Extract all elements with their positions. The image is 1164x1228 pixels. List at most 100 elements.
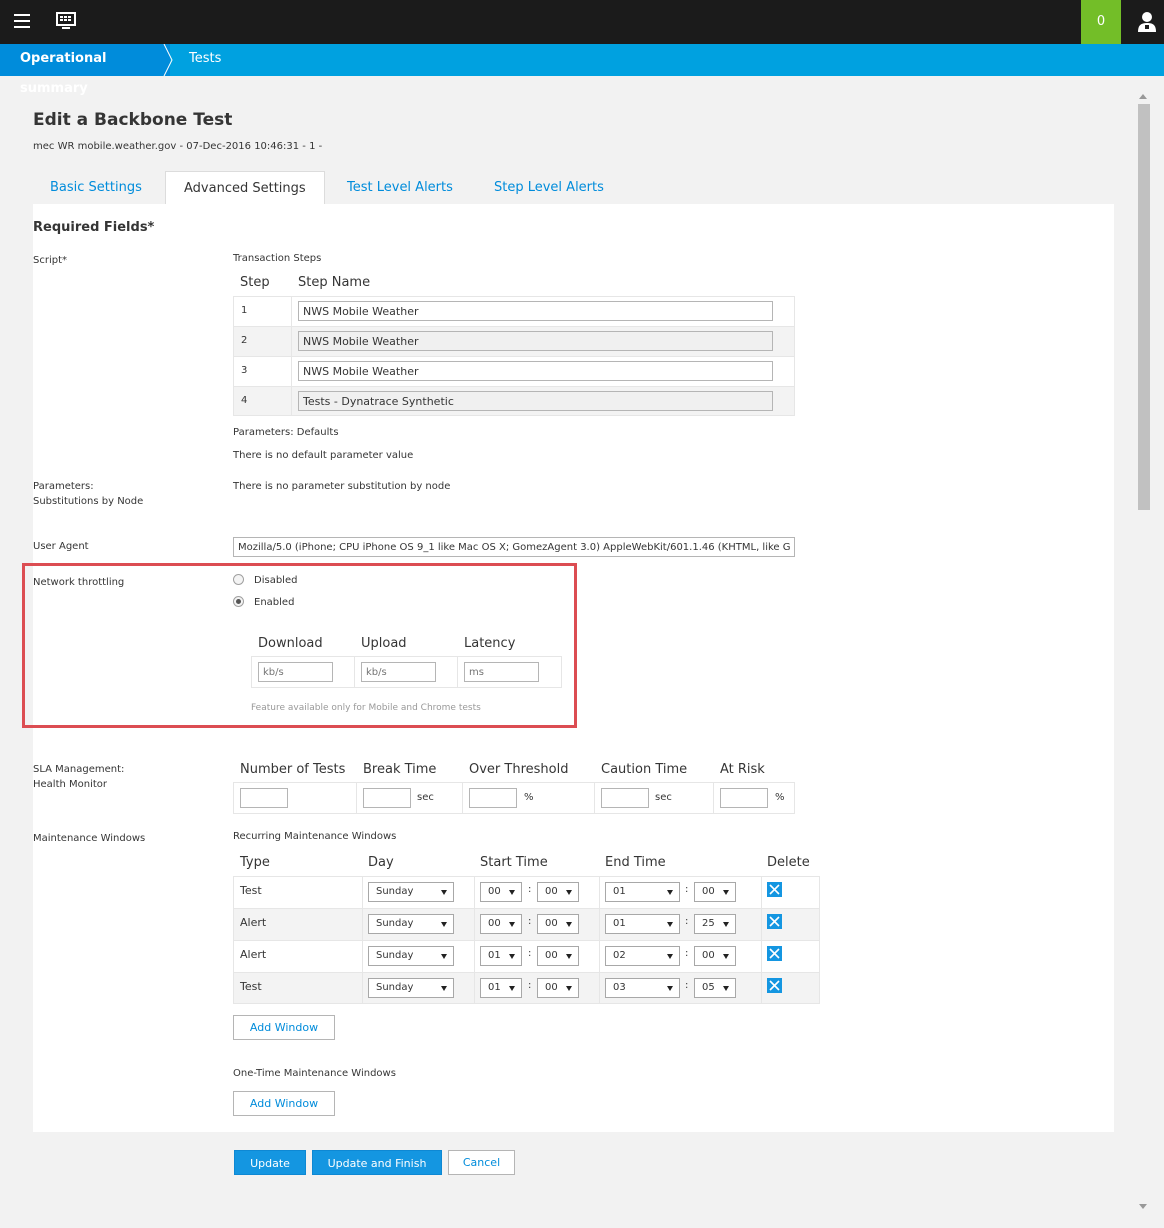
delete-x-icon[interactable]: [767, 914, 782, 929]
notification-count-badge[interactable]: 0: [1081, 0, 1121, 44]
end-hour-select[interactable]: 03: [605, 978, 680, 998]
no-default-parameter-text: There is no default parameter value: [233, 450, 414, 461]
step-name-input[interactable]: [298, 391, 773, 411]
latency-column-header: Latency: [464, 636, 516, 651]
column-divider: [713, 783, 714, 813]
update-button[interactable]: Update: [234, 1150, 306, 1175]
add-recurring-window-button[interactable]: Add Window: [233, 1015, 335, 1040]
end-minute-select[interactable]: 25: [694, 914, 736, 934]
throttling-enabled-radio[interactable]: [233, 596, 244, 607]
upload-input[interactable]: [361, 662, 436, 682]
throttling-feature-note: Feature available only for Mobile and Ch…: [251, 703, 481, 713]
monitor-dashboard-icon[interactable]: [56, 12, 76, 30]
scroll-up-arrow-icon[interactable]: [1139, 94, 1147, 99]
delete-x-icon[interactable]: [767, 946, 782, 961]
caution-time-unit: sec: [655, 792, 672, 803]
column-divider: [594, 783, 595, 813]
tab-step-level-alerts[interactable]: Step Level Alerts: [494, 171, 604, 205]
user-account-icon[interactable]: [1137, 11, 1157, 33]
breadcrumb-tests[interactable]: Tests: [189, 44, 221, 76]
hamburger-menu-icon[interactable]: [14, 14, 30, 28]
start-hour-select[interactable]: 01: [480, 978, 522, 998]
tab-advanced-settings[interactable]: Advanced Settings: [165, 171, 325, 205]
end-hour-select[interactable]: 01: [605, 914, 680, 934]
user-agent-input[interactable]: [233, 537, 795, 557]
maintenance-type: Alert: [240, 948, 267, 961]
step-name-input[interactable]: [298, 331, 773, 351]
health-monitor-label: Health Monitor: [33, 779, 108, 790]
caution-time-input[interactable]: [601, 788, 649, 808]
start-minute-select[interactable]: 00: [537, 946, 579, 966]
end-hour-select[interactable]: 02: [605, 946, 680, 966]
day-column-header: Day: [368, 855, 394, 870]
update-and-finish-button[interactable]: Update and Finish: [312, 1150, 442, 1175]
table-row: 4: [234, 387, 794, 415]
delete-x-icon[interactable]: [767, 882, 782, 897]
break-time-input[interactable]: [363, 788, 411, 808]
page-subtitle: mec WR mobile.weather.gov - 07-Dec-2016 …: [33, 141, 323, 152]
top-bar: 0: [0, 0, 1164, 44]
substitutions-by-node-label: Substitutions by Node: [33, 496, 144, 507]
day-select[interactable]: Sunday: [368, 946, 454, 966]
column-divider: [356, 783, 357, 813]
day-select[interactable]: Sunday: [368, 882, 454, 902]
column-divider: [599, 877, 600, 1003]
end-minute-select[interactable]: 05: [694, 978, 736, 998]
at-risk-input[interactable]: [720, 788, 768, 808]
end-minute-select[interactable]: 00: [694, 946, 736, 966]
page-title: Edit a Backbone Test: [33, 110, 233, 130]
throttling-enabled-label[interactable]: Enabled: [254, 595, 294, 610]
tab-basic-settings[interactable]: Basic Settings: [50, 171, 142, 205]
network-throttling-label: Network throttling: [33, 577, 125, 588]
download-input[interactable]: [258, 662, 333, 682]
column-divider: [761, 877, 762, 1003]
over-threshold-unit: %: [524, 792, 534, 803]
parameters-label: Parameters:: [33, 481, 94, 492]
start-minute-select[interactable]: 00: [537, 882, 579, 902]
table-row: 1: [234, 297, 794, 327]
step-name-input[interactable]: [298, 301, 773, 321]
scroll-down-arrow-icon[interactable]: [1139, 1204, 1147, 1209]
cancel-button[interactable]: Cancel: [448, 1150, 515, 1175]
maintenance-type: Test: [240, 884, 262, 897]
column-divider: [474, 877, 475, 1003]
download-column-header: Download: [258, 636, 323, 651]
transaction-steps-label: Transaction Steps: [233, 253, 322, 264]
start-hour-select[interactable]: 00: [480, 882, 522, 902]
maintenance-windows-label: Maintenance Windows: [33, 833, 146, 844]
step-name-input[interactable]: [298, 361, 773, 381]
maintenance-type: Alert: [240, 916, 267, 929]
day-select[interactable]: Sunday: [368, 914, 454, 934]
breadcrumb-operational-summary[interactable]: Operational summary: [0, 44, 170, 96]
over-threshold-input[interactable]: [469, 788, 517, 808]
breadcrumb: Operational summary Tests: [0, 44, 1164, 96]
maintenance-type: Test: [240, 980, 262, 993]
end-hour-select[interactable]: 01: [605, 882, 680, 902]
step-column-header: Step: [240, 275, 270, 290]
start-hour-select[interactable]: 00: [480, 914, 522, 934]
start-minute-select[interactable]: 00: [537, 914, 579, 934]
parameters-defaults-label: Parameters: Defaults: [233, 427, 339, 438]
table-row: 3: [234, 357, 794, 387]
column-divider: [291, 297, 292, 415]
add-one-time-window-button[interactable]: Add Window: [233, 1091, 335, 1116]
scrollbar-thumb[interactable]: [1138, 104, 1150, 510]
delete-x-icon[interactable]: [767, 978, 782, 993]
latency-input[interactable]: [464, 662, 539, 682]
start-hour-select[interactable]: 01: [480, 946, 522, 966]
day-select[interactable]: Sunday: [368, 978, 454, 998]
tab-test-level-alerts[interactable]: Test Level Alerts: [347, 171, 453, 205]
at-risk-header: At Risk: [720, 762, 765, 777]
end-minute-select[interactable]: 00: [694, 882, 736, 902]
step-number: 3: [241, 365, 248, 376]
start-time-column-header: Start Time: [480, 855, 548, 870]
break-time-header: Break Time: [363, 762, 437, 777]
delete-column-header: Delete: [767, 855, 810, 870]
throttling-disabled-radio[interactable]: [233, 574, 244, 585]
script-label: Script*: [33, 255, 68, 266]
upload-column-header: Upload: [361, 636, 407, 651]
no-parameter-substitution-text: There is no parameter substitution by no…: [233, 481, 451, 492]
throttling-disabled-label[interactable]: Disabled: [254, 573, 297, 588]
number-of-tests-input[interactable]: [240, 788, 288, 808]
start-minute-select[interactable]: 00: [537, 978, 579, 998]
